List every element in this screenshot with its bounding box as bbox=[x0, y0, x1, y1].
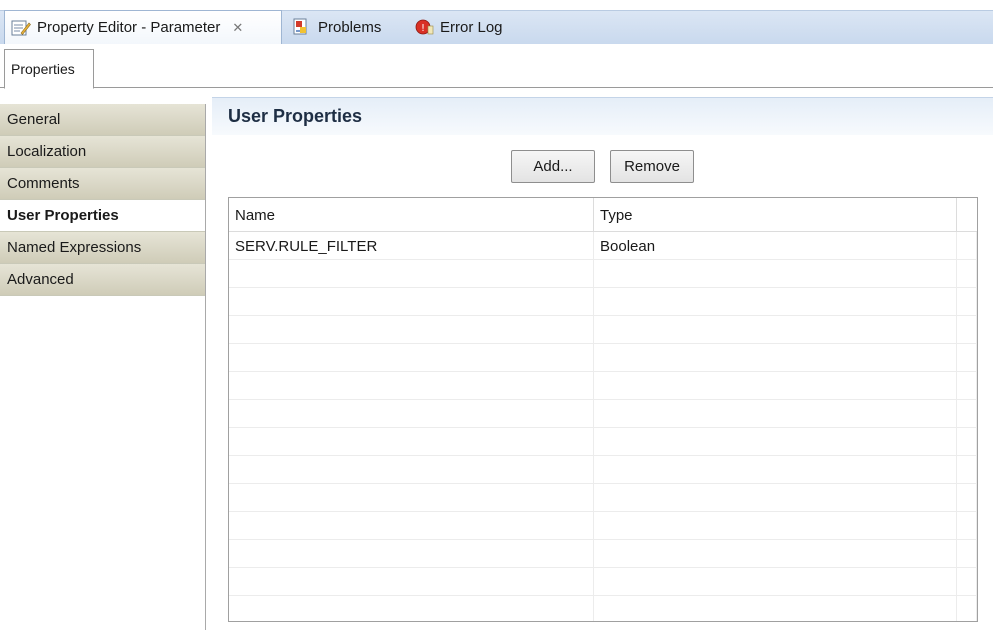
empty-cell bbox=[229, 596, 594, 621]
empty-cell bbox=[957, 428, 977, 456]
empty-cell bbox=[594, 484, 957, 512]
table-row-empty bbox=[229, 372, 977, 400]
subtab-bar: Properties bbox=[0, 44, 993, 89]
table-row-empty bbox=[229, 456, 977, 484]
empty-cell bbox=[229, 260, 594, 288]
add-button[interactable]: Add... bbox=[511, 150, 595, 183]
empty-cell bbox=[957, 456, 977, 484]
table-row[interactable]: SERV.RULE_FILTER Boolean bbox=[229, 232, 977, 260]
empty-cell bbox=[229, 372, 594, 400]
empty-cell bbox=[594, 540, 957, 568]
tab-property-editor[interactable]: Property Editor - Parameter ✕ bbox=[4, 10, 282, 44]
empty-cell bbox=[229, 568, 594, 596]
table-row-empty bbox=[229, 288, 977, 316]
cell-type[interactable]: Boolean bbox=[594, 232, 957, 260]
empty-cell bbox=[229, 316, 594, 344]
empty-cell bbox=[594, 512, 957, 540]
empty-cell bbox=[957, 540, 977, 568]
edit-doc-icon bbox=[11, 19, 31, 37]
empty-cell bbox=[594, 400, 957, 428]
empty-cell bbox=[229, 484, 594, 512]
table-row-empty bbox=[229, 568, 977, 596]
column-header-type[interactable]: Type bbox=[594, 198, 957, 232]
category-list: General Localization Comments User Prope… bbox=[0, 104, 206, 630]
category-localization[interactable]: Localization bbox=[0, 136, 205, 168]
empty-cell bbox=[229, 512, 594, 540]
table-header: Name Type bbox=[229, 198, 977, 232]
error-log-icon: ! bbox=[414, 18, 434, 36]
empty-cell bbox=[594, 428, 957, 456]
empty-cell bbox=[957, 596, 977, 621]
empty-cell bbox=[957, 344, 977, 372]
table-row-empty bbox=[229, 260, 977, 288]
tab-properties[interactable]: Properties bbox=[4, 49, 94, 89]
empty-cell bbox=[594, 316, 957, 344]
empty-cell bbox=[957, 288, 977, 316]
empty-cell bbox=[594, 288, 957, 316]
empty-cell bbox=[594, 456, 957, 484]
tab-error-log[interactable]: ! Error Log bbox=[408, 10, 509, 44]
empty-cell bbox=[594, 344, 957, 372]
column-header-name[interactable]: Name bbox=[229, 198, 594, 232]
close-icon[interactable]: ✕ bbox=[232, 20, 243, 36]
empty-cell bbox=[957, 260, 977, 288]
category-general[interactable]: General bbox=[0, 104, 205, 136]
svg-text:!: ! bbox=[421, 23, 425, 34]
table-row-empty bbox=[229, 428, 977, 456]
table-row-empty bbox=[229, 484, 977, 512]
category-advanced[interactable]: Advanced bbox=[0, 264, 205, 296]
table-row-empty bbox=[229, 596, 977, 621]
empty-cell bbox=[957, 400, 977, 428]
cell-name[interactable]: SERV.RULE_FILTER bbox=[229, 232, 594, 260]
table-row-empty bbox=[229, 316, 977, 344]
empty-cell bbox=[957, 316, 977, 344]
empty-cell bbox=[229, 456, 594, 484]
category-named-expressions[interactable]: Named Expressions bbox=[0, 232, 205, 264]
empty-cell bbox=[594, 260, 957, 288]
table-row-empty bbox=[229, 344, 977, 372]
category-comments[interactable]: Comments bbox=[0, 168, 205, 200]
category-user-properties[interactable]: User Properties bbox=[0, 200, 205, 232]
table-body: SERV.RULE_FILTER Boolean bbox=[229, 232, 977, 621]
remove-button[interactable]: Remove bbox=[610, 150, 694, 183]
table-row-empty bbox=[229, 540, 977, 568]
empty-cell bbox=[957, 484, 977, 512]
section-title: User Properties bbox=[212, 97, 993, 135]
empty-cell bbox=[957, 372, 977, 400]
table-row-empty bbox=[229, 400, 977, 428]
tab-label: Error Log bbox=[440, 18, 503, 36]
view-tab-bar: Property Editor - Parameter ✕ Problems !… bbox=[0, 0, 993, 44]
tab-label: Problems bbox=[318, 18, 382, 36]
empty-cell bbox=[229, 344, 594, 372]
empty-cell bbox=[594, 372, 957, 400]
tab-problems[interactable]: Problems bbox=[286, 10, 387, 44]
empty-cell bbox=[229, 400, 594, 428]
empty-cell bbox=[229, 288, 594, 316]
empty-cell bbox=[957, 512, 977, 540]
empty-cell bbox=[229, 428, 594, 456]
empty-cell bbox=[229, 540, 594, 568]
empty-cell bbox=[594, 596, 957, 621]
column-header-filler bbox=[957, 198, 977, 232]
user-properties-table[interactable]: Name Type SERV.RULE_FILTER Boolean bbox=[228, 197, 978, 622]
empty-cell bbox=[594, 568, 957, 596]
tab-label: Property Editor - Parameter bbox=[37, 19, 221, 36]
table-row-empty bbox=[229, 512, 977, 540]
cell-filler bbox=[957, 232, 977, 260]
problems-icon bbox=[292, 18, 312, 36]
empty-cell bbox=[957, 568, 977, 596]
